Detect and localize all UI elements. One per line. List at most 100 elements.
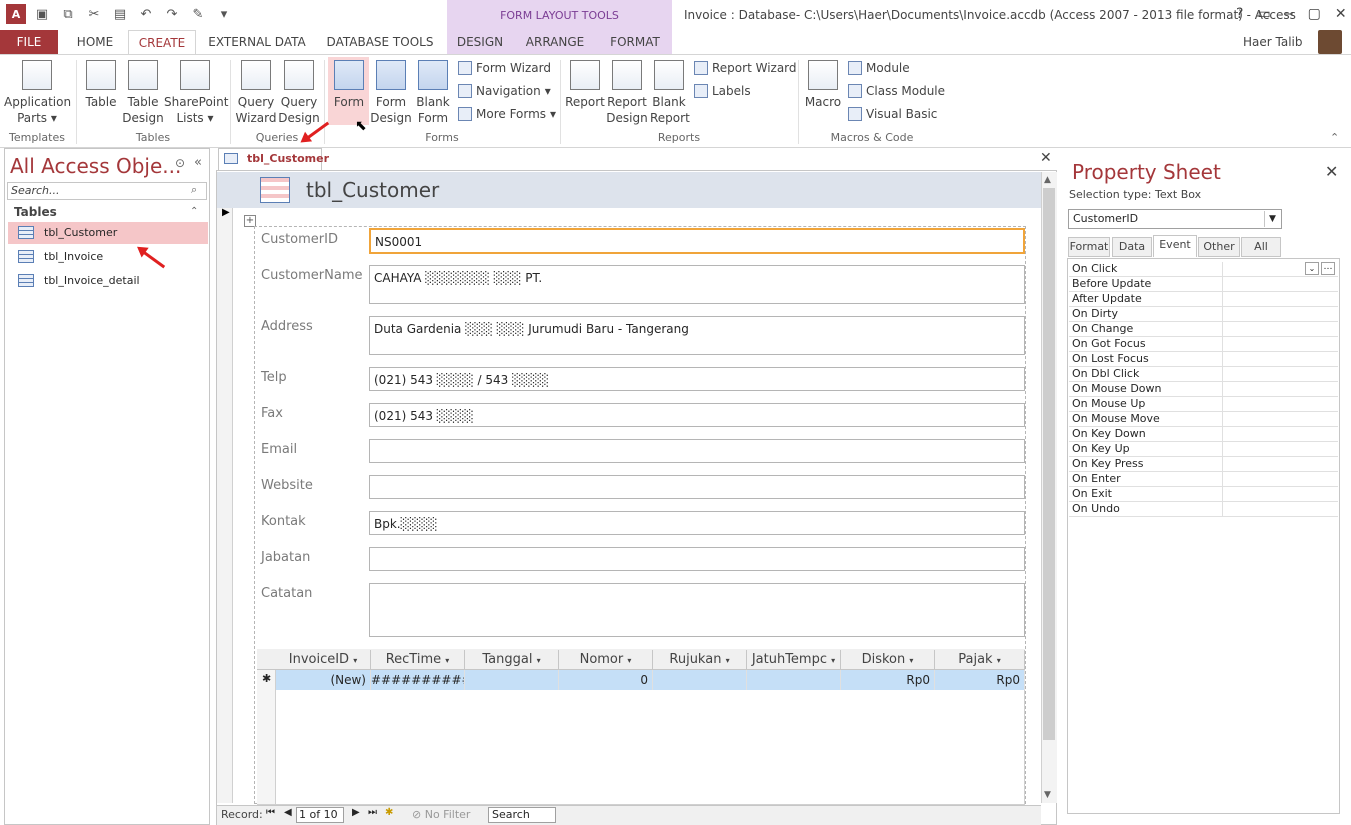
cell-pajak[interactable]: Rp0 [935, 670, 1025, 690]
collapse-nav-icon[interactable]: « [194, 155, 202, 170]
cell-tanggal[interactable] [465, 670, 559, 690]
prop-value[interactable] [1222, 502, 1338, 517]
prop-value[interactable] [1222, 277, 1338, 292]
form-design-button[interactable]: Form Design [370, 60, 412, 126]
col-diskon[interactable]: Diskon ▾ [841, 650, 935, 670]
tab-arrange[interactable]: ARRANGE [520, 30, 590, 54]
prop-on-undo[interactable]: On Undo [1069, 502, 1338, 517]
tab-design[interactable]: DESIGN [452, 30, 508, 54]
prop-on-key-press[interactable]: On Key Press [1069, 457, 1338, 472]
nav-pane-title[interactable]: All Access Obje... [10, 154, 181, 178]
tab-format[interactable]: FORMAT [600, 30, 670, 54]
query-wizard-button[interactable]: Query Wizard [235, 60, 277, 126]
col-jatuhtempo[interactable]: JatuhTempc ▾ [747, 650, 841, 670]
prop-value[interactable] [1222, 427, 1338, 442]
form-wizard-button[interactable]: Form Wizard [458, 61, 551, 75]
tab-event-props[interactable]: Event [1153, 235, 1197, 257]
prop-value[interactable] [1222, 367, 1338, 382]
scrollbar-thumb[interactable] [1043, 188, 1055, 740]
tab-other-props[interactable]: Other [1198, 237, 1240, 257]
dropdown-icon[interactable]: ▾ [831, 656, 835, 665]
prop-on-lost-focus[interactable]: On Lost Focus [1069, 352, 1338, 367]
prop-before-update[interactable]: Before Update [1069, 277, 1338, 292]
cell-nomor[interactable]: 0 [559, 670, 653, 690]
prop-on-dirty[interactable]: On Dirty [1069, 307, 1338, 322]
prop-value[interactable] [1222, 307, 1338, 322]
nav-item-tbl-invoice-detail[interactable]: tbl_Invoice_detail [8, 270, 208, 292]
class-module-button[interactable]: Class Module [848, 84, 945, 98]
minimize-icon[interactable]: ‒ [1285, 6, 1294, 22]
undo-icon[interactable]: ↶ [136, 4, 156, 24]
new-record-nav-icon[interactable]: ✱ [385, 807, 393, 818]
close-icon[interactable]: ✕ [1335, 6, 1347, 22]
prop-on-mouse-down[interactable]: On Mouse Down [1069, 382, 1338, 397]
object-selector[interactable]: CustomerID [1068, 209, 1282, 229]
application-parts-button[interactable]: Application Parts ▾ [4, 60, 71, 126]
table-design-button[interactable]: Table Design [122, 60, 164, 126]
dropdown-icon[interactable]: ▾ [909, 656, 913, 665]
prop-on-exit[interactable]: On Exit [1069, 487, 1338, 502]
navigation-button[interactable]: Navigation ▾ [458, 84, 551, 98]
scroll-up-icon[interactable]: ▲ [1044, 175, 1051, 185]
chevron-down-icon[interactable]: ⌄ [1305, 262, 1319, 275]
nav-menu-icon[interactable]: ⊙ [175, 156, 185, 170]
col-rujukan[interactable]: Rujukan ▾ [653, 650, 747, 670]
nav-search-input[interactable]: Search... [7, 182, 207, 200]
dropdown-icon[interactable]: ▾ [997, 656, 1001, 665]
dropdown-icon[interactable]: ▾ [726, 656, 730, 665]
report-design-button[interactable]: Report Design [606, 60, 648, 126]
customize-qat-icon[interactable]: ▾ [214, 4, 234, 24]
builder-icon[interactable]: … [1321, 262, 1335, 275]
close-property-sheet-icon[interactable]: ✕ [1325, 162, 1338, 181]
paste-icon[interactable]: ▤ [110, 4, 130, 24]
prop-value[interactable] [1222, 487, 1338, 502]
cut-icon[interactable]: ✂ [84, 4, 104, 24]
prop-value[interactable] [1222, 442, 1338, 457]
dropdown-icon[interactable]: ▾ [627, 656, 631, 665]
col-tanggal[interactable]: Tanggal ▾ [465, 650, 559, 670]
ribbon-display-icon[interactable]: ▭ [1257, 6, 1270, 22]
report-wizard-button[interactable]: Report Wizard [694, 61, 797, 75]
dropdown-icon[interactable]: ▾ [537, 656, 541, 665]
prop-value[interactable] [1222, 397, 1338, 412]
dropdown-icon[interactable]: ▾ [445, 656, 449, 665]
format-painter-icon[interactable]: ✎ [188, 4, 208, 24]
chevron-down-icon[interactable]: ▼ [1264, 211, 1280, 227]
cell-jatuhtempo[interactable] [747, 670, 841, 690]
kontak-field[interactable]: Bpk.░░░░ [369, 511, 1025, 535]
table-button[interactable]: Table [82, 60, 120, 110]
sharepoint-lists-button[interactable]: SharePoint Lists ▾ [164, 60, 228, 126]
report-button[interactable]: Report [565, 60, 605, 110]
nav-item-tbl-customer[interactable]: tbl_Customer [8, 222, 208, 244]
prop-on-key-up[interactable]: On Key Up [1069, 442, 1338, 457]
cell-rujukan[interactable] [653, 670, 747, 690]
prev-record-icon[interactable]: ◀ [284, 807, 292, 818]
prop-value[interactable] [1222, 352, 1338, 367]
record-position-input[interactable]: 1 of 10 [296, 807, 344, 823]
subform-row-selector[interactable] [257, 670, 276, 804]
col-nomor[interactable]: Nomor ▾ [559, 650, 653, 670]
customername-field[interactable]: CAHAYA ░░░░░░░ ░░░ PT. [369, 265, 1025, 304]
query-design-button[interactable]: Query Design [278, 60, 320, 126]
col-invoiceid[interactable]: InvoiceID ▾ [276, 650, 371, 670]
customerid-field[interactable]: NS0001 [369, 228, 1025, 254]
tab-all-props[interactable]: All [1241, 237, 1281, 257]
form-button[interactable]: Form [329, 60, 369, 110]
blank-report-button[interactable]: Blank Report [650, 60, 690, 126]
prop-on-change[interactable]: On Change [1069, 322, 1338, 337]
prop-value[interactable] [1222, 457, 1338, 472]
next-record-icon[interactable]: ▶ [352, 807, 360, 818]
prop-on-mouse-up[interactable]: On Mouse Up [1069, 397, 1338, 412]
tab-create[interactable]: CREATE [128, 30, 196, 55]
dropdown-icon[interactable]: ▾ [353, 656, 357, 665]
tab-file[interactable]: FILE [0, 30, 58, 54]
prop-on-click[interactable]: On Click ⌄… [1069, 262, 1338, 277]
cell-diskon[interactable]: Rp0 [841, 670, 935, 690]
help-icon[interactable]: ? [1236, 6, 1243, 22]
blank-form-button[interactable]: Blank Form [414, 60, 452, 126]
prop-value[interactable] [1222, 322, 1338, 337]
website-field[interactable] [369, 475, 1025, 499]
tab-home[interactable]: HOME [66, 30, 124, 54]
prop-after-update[interactable]: After Update [1069, 292, 1338, 307]
save-icon[interactable]: ▣ [32, 4, 52, 24]
